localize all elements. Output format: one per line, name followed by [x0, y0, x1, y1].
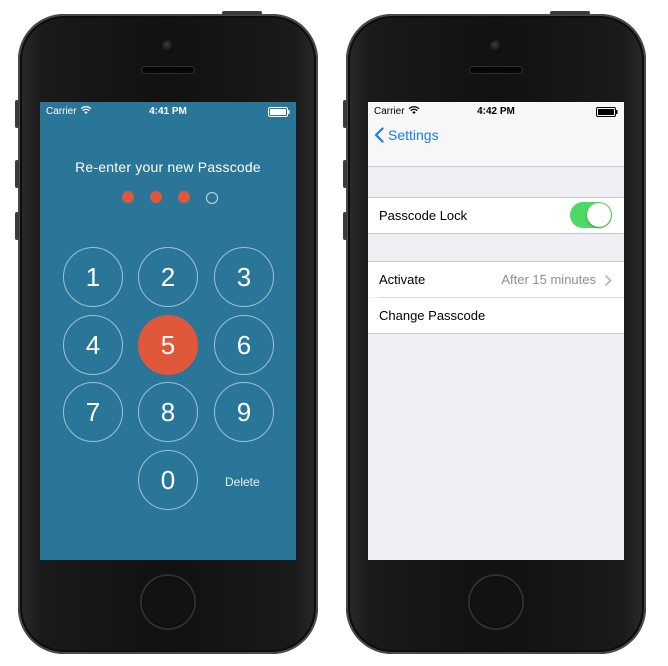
passcode-lock-row: Passcode Lock — [368, 198, 624, 233]
key-3[interactable]: 3 — [214, 247, 274, 307]
passcode-dots — [40, 191, 296, 205]
home-button[interactable] — [468, 574, 524, 630]
toggle-knob — [587, 203, 611, 227]
passcode-dot-filled — [178, 191, 190, 203]
change-passcode-row[interactable]: Change Passcode — [368, 298, 624, 333]
front-camera — [490, 40, 502, 52]
mute-switch — [343, 100, 347, 128]
back-button[interactable]: Settings — [374, 127, 439, 143]
status-time: 4:42 PM — [477, 106, 515, 117]
key-9[interactable]: 9 — [214, 382, 274, 442]
activate-row[interactable]: Activate After 15 minutes — [368, 262, 624, 297]
navigation-bar: Carrier 4:42 PM Settings — [368, 102, 624, 167]
passcode-lock-toggle[interactable] — [570, 202, 612, 228]
passcode-dot-filled — [150, 191, 162, 203]
volume-down-button — [343, 212, 347, 240]
left-phone: Carrier 4:41 PM Re-enter your new Passco… — [15, 11, 318, 654]
key-2[interactable]: 2 — [138, 247, 198, 307]
earpiece-speaker — [469, 66, 523, 74]
delete-button[interactable]: Delete — [225, 475, 260, 489]
passcode-prompt: Re-enter your new Passcode — [75, 159, 261, 175]
chevron-left-icon — [374, 127, 384, 143]
activate-label: Activate — [379, 272, 426, 287]
key-8[interactable]: 8 — [138, 382, 198, 442]
home-button[interactable] — [140, 574, 196, 630]
key-0[interactable]: 0 — [138, 450, 198, 510]
key-4[interactable]: 4 — [63, 315, 123, 375]
front-camera — [162, 40, 174, 52]
back-label: Settings — [388, 127, 439, 143]
key-6[interactable]: 6 — [214, 315, 274, 375]
right-phone: Carrier 4:42 PM Settings Passcode Lock A… — [343, 11, 646, 654]
key-5[interactable]: 5 — [138, 315, 198, 375]
battery-icon — [268, 107, 290, 117]
volume-up-button — [343, 160, 347, 188]
status-bar: Carrier 4:42 PM — [368, 102, 624, 122]
group-separator — [368, 233, 624, 234]
battery-icon — [596, 107, 618, 117]
passcode-dot-empty — [206, 192, 218, 204]
status-time: 4:41 PM — [149, 106, 187, 117]
key-7[interactable]: 7 — [63, 382, 123, 442]
key-1[interactable]: 1 — [63, 247, 123, 307]
change-passcode-label: Change Passcode — [379, 308, 486, 323]
earpiece-speaker — [141, 66, 195, 74]
power-button — [550, 11, 590, 15]
settings-screen: Carrier 4:42 PM Settings Passcode Lock A… — [368, 102, 624, 560]
chevron-right-icon — [605, 275, 612, 286]
passcode-screen: Carrier 4:41 PM Re-enter your new Passco… — [40, 102, 296, 560]
volume-down-button — [15, 212, 19, 240]
status-bar: Carrier 4:41 PM — [40, 102, 296, 122]
activate-value: After 15 minutes — [501, 272, 596, 287]
passcode-dot-filled — [122, 191, 134, 203]
power-button — [222, 11, 262, 15]
group-separator — [368, 333, 624, 334]
passcode-lock-label: Passcode Lock — [379, 208, 468, 223]
mute-switch — [15, 100, 19, 128]
volume-up-button — [15, 160, 19, 188]
